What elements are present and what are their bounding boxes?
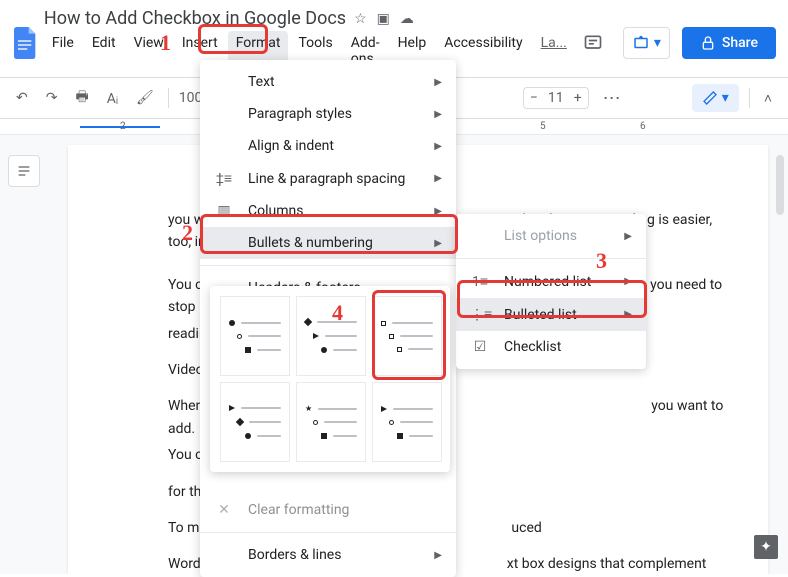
submenu-arrow-icon: ▶: [624, 309, 632, 320]
explore-icon[interactable]: ✦: [754, 535, 778, 559]
checklist-icon: ☑: [470, 339, 490, 355]
font-size-control[interactable]: − 11 +: [523, 87, 589, 109]
menu-item-text[interactable]: Text▶: [200, 66, 456, 98]
menu-last-edit[interactable]: La...: [533, 31, 575, 71]
increase-font-icon[interactable]: +: [574, 90, 582, 106]
bulleted-list-icon: ⋮≡: [470, 306, 490, 323]
menu-item-list-options[interactable]: List options▶: [456, 220, 646, 252]
bullet-style-checkbox[interactable]: [372, 296, 442, 376]
menu-item-borders-lines[interactable]: Borders & lines▶: [200, 539, 456, 571]
vertical-scrollbar[interactable]: [776, 155, 784, 215]
docs-logo[interactable]: [12, 25, 40, 61]
submenu-arrow-icon: ▶: [434, 173, 442, 184]
menu-item-bullets-numbering[interactable]: Bullets & numbering▶: [200, 227, 456, 259]
submenu-arrow-icon: ▶: [434, 206, 442, 217]
annotation-number-4: 4: [332, 300, 343, 326]
annotation-number-3: 3: [596, 248, 607, 274]
bullet-style-arrow-circle-square[interactable]: [372, 382, 442, 462]
outline-icon[interactable]: [8, 155, 40, 187]
submenu-arrow-icon: ▶: [434, 141, 442, 152]
bullet-style-disc-circle-square[interactable]: [220, 296, 290, 376]
ruler-mark: 5: [540, 121, 546, 132]
bullet-style-picker: ★: [210, 286, 450, 472]
menu-item-line-spacing[interactable]: ‡≡Line & paragraph spacing▶: [200, 162, 456, 195]
chevron-down-icon: ▾: [654, 35, 661, 51]
numbered-list-icon: 1≡: [470, 273, 490, 290]
submenu-arrow-icon: ▶: [624, 276, 632, 287]
chevron-down-icon: ▾: [722, 90, 729, 106]
line-spacing-icon: ‡≡: [214, 170, 234, 187]
document-title[interactable]: How to Add Checkbox in Google Docs: [44, 8, 346, 29]
decrease-font-icon[interactable]: −: [530, 90, 538, 106]
ruler-mark: 2: [120, 121, 126, 132]
submenu-arrow-icon: ▶: [434, 550, 442, 561]
annotation-number-2: 2: [182, 220, 193, 246]
paint-format-icon[interactable]: 🖌: [132, 86, 158, 110]
editing-mode-button[interactable]: ▾: [692, 84, 739, 112]
font-size-value[interactable]: 11: [544, 90, 568, 106]
share-label: Share: [722, 35, 758, 51]
star-icon[interactable]: ☆: [354, 11, 367, 27]
menu-edit[interactable]: Edit: [84, 31, 124, 71]
menu-file[interactable]: File: [44, 31, 82, 71]
undo-icon[interactable]: ↶: [12, 86, 32, 110]
menu-item-checklist[interactable]: ☑Checklist: [456, 331, 646, 363]
menu-item-align-indent[interactable]: Align & indent▶: [200, 130, 456, 162]
submenu-arrow-icon: ▶: [624, 231, 632, 242]
cloud-icon[interactable]: ☁: [400, 11, 414, 27]
redo-icon[interactable]: ↷: [42, 86, 62, 110]
columns-icon: ▥: [214, 203, 234, 219]
print-icon[interactable]: 🖶: [71, 82, 92, 114]
annotation-number-1: 1: [160, 30, 171, 56]
clear-format-icon: ✕: [214, 502, 234, 518]
collapse-icon[interactable]: ˄: [760, 86, 776, 111]
submenu-arrow-icon: ▶: [434, 238, 442, 249]
doc-text: uced: [511, 520, 541, 536]
comment-history-icon[interactable]: [575, 25, 611, 61]
submenu-arrow-icon: ▶: [434, 109, 442, 120]
bullet-style-arrow-diamond-disc[interactable]: [220, 382, 290, 462]
menu-item-clear-formatting[interactable]: ✕Clear formatting: [200, 494, 456, 526]
bullet-style-star-circle-square[interactable]: ★: [296, 382, 366, 462]
present-button[interactable]: ▾: [623, 27, 670, 59]
bullets-numbering-submenu: List options▶ 1≡Numbered list▶ ⋮≡Bullete…: [456, 214, 646, 369]
move-icon[interactable]: ▣: [377, 11, 390, 27]
bullet-style-diamond-arrow-disc[interactable]: [296, 296, 366, 376]
menu-item-paragraph-styles[interactable]: Paragraph styles▶: [200, 98, 456, 130]
ruler-mark: 6: [640, 121, 646, 132]
menu-item-columns[interactable]: ▥Columns▶: [200, 195, 456, 227]
more-icon[interactable]: ⋯: [599, 84, 627, 113]
share-button[interactable]: Share: [682, 27, 776, 59]
menu-item-bulleted-list[interactable]: ⋮≡Bulleted list▶: [456, 298, 646, 331]
submenu-arrow-icon: ▶: [434, 77, 442, 88]
menu-item-numbered-list[interactable]: 1≡Numbered list▶: [456, 265, 646, 298]
spellcheck-icon[interactable]: Aᵢ: [103, 86, 122, 111]
